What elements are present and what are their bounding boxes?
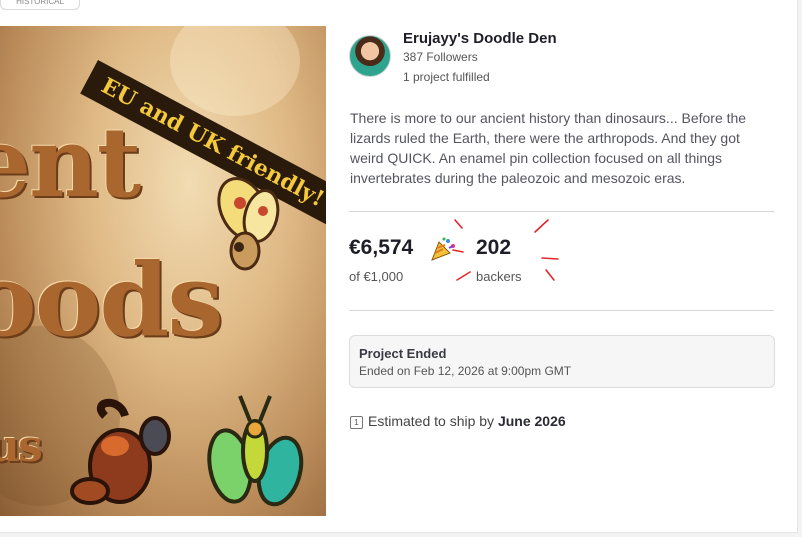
creator-avatar[interactable] [349, 35, 391, 77]
scorpion-pin-icon [70, 398, 171, 505]
creator-name-link[interactable]: Erujayy's Doodle Den [403, 30, 557, 47]
hero-title-fragment-1: ent [0, 106, 141, 219]
moth-pin-icon [217, 177, 280, 271]
funding-goal: of €1,000 [349, 269, 404, 284]
creator-projects-fulfilled: 1 project fulfilled [403, 70, 490, 84]
project-image[interactable]: ent oods us EU and UK friendly! [0, 26, 326, 516]
project-status-title: Project Ended [359, 346, 447, 361]
creator-followers: 387 Followers [403, 50, 478, 64]
hero-title-fragment-3: us [0, 421, 43, 472]
shipping-prefix: Estimated to ship by [368, 413, 495, 429]
project-status-box: Project Ended Ended on Feb 12, 2026 at 9… [349, 335, 775, 388]
calendar-icon: 1 [350, 416, 363, 429]
project-card: HISTORICAL ent oods us EU and UK friendl… [0, 0, 798, 533]
project-end-date: Ended on Feb 12, 2026 at 9:00pm GMT [359, 364, 572, 378]
shipping-date: June 2026 [497, 413, 566, 429]
pledged-amount: €6,574 [349, 236, 414, 259]
divider [349, 310, 774, 311]
hero-title-fragment-2: oods [0, 241, 224, 359]
annotation-marks [452, 219, 559, 281]
wasp-pin-icon [207, 395, 304, 507]
shipping-estimate: 1 Estimated to ship by June 2026 [350, 413, 566, 429]
category-chip[interactable]: HISTORICAL [0, 0, 80, 10]
project-description: There is more to our ancient history tha… [350, 110, 747, 186]
